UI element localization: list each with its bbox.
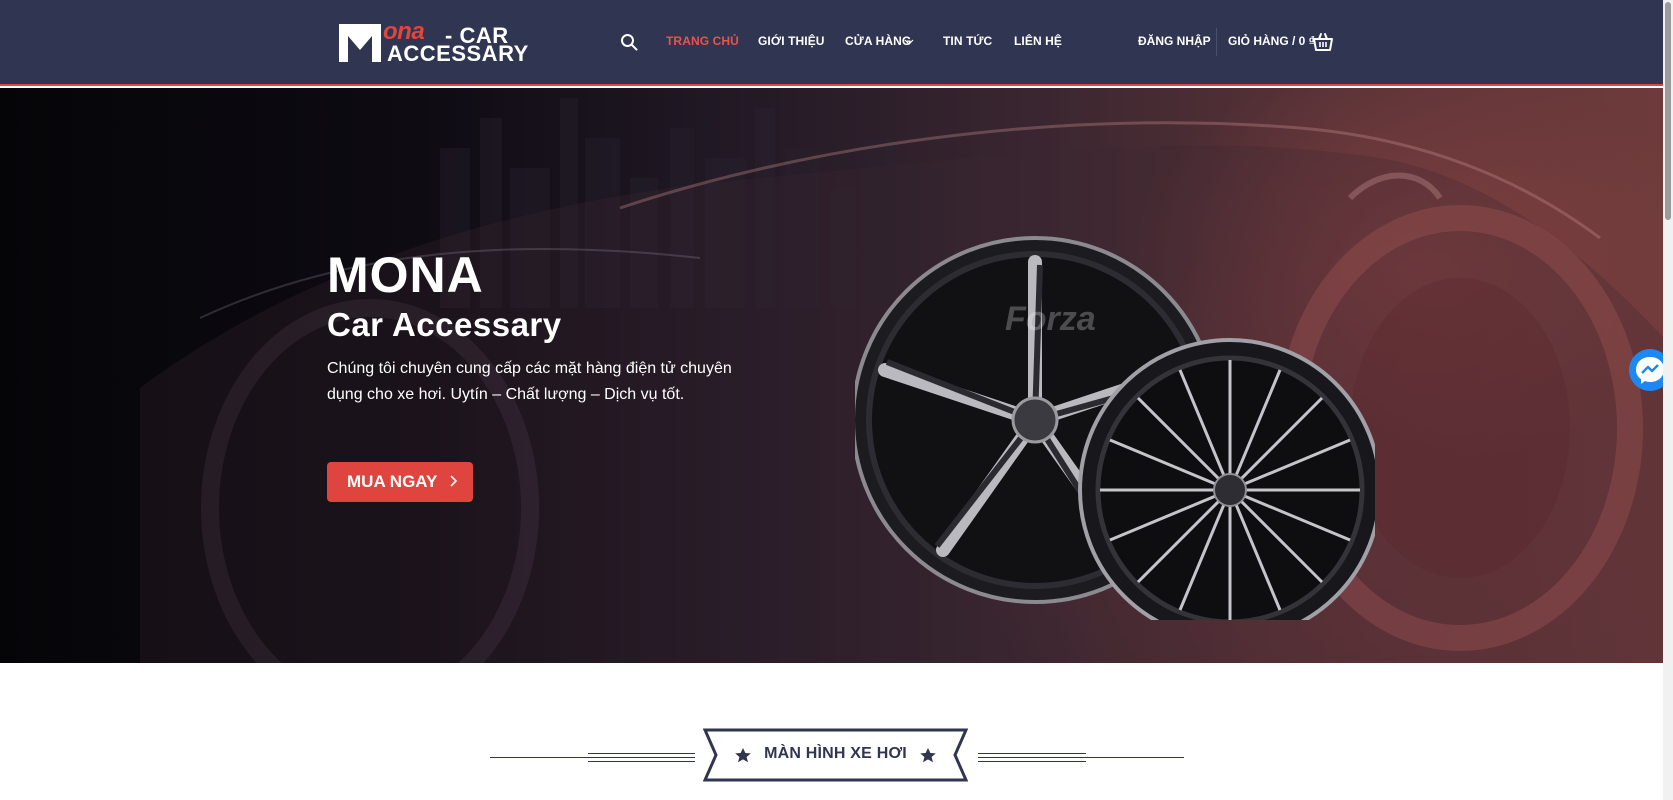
nav-item-tin-tuc[interactable]: TIN TỨC xyxy=(943,34,992,48)
heading-line-left xyxy=(490,757,695,758)
section-heading: MÀN HÌNH XE HƠI xyxy=(488,725,1186,785)
nav-item-gioi-thieu[interactable]: GIỚI THIỆU xyxy=(758,34,825,48)
buy-now-button[interactable]: MUA NGAY xyxy=(327,462,473,502)
scrollbar-thumb[interactable] xyxy=(1665,2,1671,220)
small-wheel xyxy=(1078,338,1375,620)
car-silhouette-image xyxy=(140,121,1673,663)
chevron-right-icon xyxy=(450,475,457,487)
login-link[interactable]: ĐĂNG NHẬP xyxy=(1138,34,1211,48)
site-header: ona - CAR ACCESSARY TRANG CHỦ GIỚI THIỆU… xyxy=(0,0,1673,86)
heading-line-right-accent xyxy=(978,753,1086,754)
wheel-brand-text: Forza xyxy=(1005,300,1096,338)
main-nav: TRANG CHỦ GIỚI THIỆU CỬA HÀNG TIN TỨC LI… xyxy=(0,34,1673,54)
heading-line-right-accent-2 xyxy=(978,761,1086,762)
hero-description: Chúng tôi chuyên cung cấp các mặt hàng đ… xyxy=(327,360,732,403)
chevron-down-icon[interactable] xyxy=(904,38,914,46)
hero-banner: MONA Car Accessary Chúng tôi chuyên cung… xyxy=(0,88,1673,663)
section-title: MÀN HÌNH XE HƠI xyxy=(764,745,907,762)
alloy-wheels-image: Forza xyxy=(855,236,1375,620)
cart-icon[interactable] xyxy=(1312,31,1334,53)
heading-line-left-accent xyxy=(588,753,695,754)
nav-item-lien-he[interactable]: LIÊN HỆ xyxy=(1014,34,1062,48)
hero-title: MONA xyxy=(327,247,484,303)
nav-item-cua-hang[interactable]: CỬA HÀNG xyxy=(845,34,911,48)
heading-line-left-accent-2 xyxy=(588,761,695,762)
cart-link[interactable]: GIỎ HÀNG / 0 ₫ xyxy=(1228,34,1315,48)
buy-now-label: MUA NGAY xyxy=(347,472,438,491)
header-divider xyxy=(1216,28,1217,56)
nav-item-trang-chu[interactable]: TRANG CHỦ xyxy=(666,34,739,48)
hero-subtitle: Car Accessary xyxy=(327,306,562,343)
heading-line-right xyxy=(978,757,1184,758)
